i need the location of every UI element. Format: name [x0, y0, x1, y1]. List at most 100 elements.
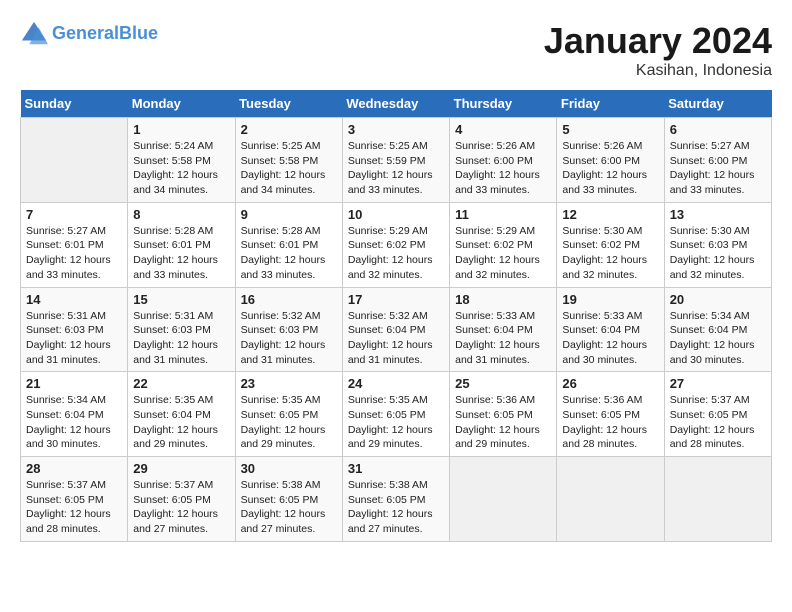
day-content: Sunrise: 5:35 AM Sunset: 6:05 PM Dayligh… [348, 393, 444, 452]
day-content: Sunrise: 5:28 AM Sunset: 6:01 PM Dayligh… [241, 224, 337, 283]
day-number: 13 [670, 207, 766, 222]
day-header-saturday: Saturday [664, 90, 771, 118]
month-title: January 2024 [544, 20, 772, 62]
calendar-table: SundayMondayTuesdayWednesdayThursdayFrid… [20, 90, 772, 542]
day-number: 1 [133, 122, 229, 137]
day-content: Sunrise: 5:24 AM Sunset: 5:58 PM Dayligh… [133, 139, 229, 198]
day-number: 10 [348, 207, 444, 222]
day-number: 17 [348, 292, 444, 307]
calendar-cell: 12 Sunrise: 5:30 AM Sunset: 6:02 PM Dayli… [557, 202, 664, 287]
day-content: Sunrise: 5:38 AM Sunset: 6:05 PM Dayligh… [241, 478, 337, 537]
day-content: Sunrise: 5:25 AM Sunset: 5:59 PM Dayligh… [348, 139, 444, 198]
calendar-cell: 21 Sunrise: 5:34 AM Sunset: 6:04 PM Dayli… [21, 372, 128, 457]
calendar-cell: 18 Sunrise: 5:33 AM Sunset: 6:04 PM Dayli… [450, 287, 557, 372]
day-content: Sunrise: 5:30 AM Sunset: 6:03 PM Dayligh… [670, 224, 766, 283]
day-content: Sunrise: 5:31 AM Sunset: 6:03 PM Dayligh… [133, 309, 229, 368]
calendar-cell [557, 457, 664, 542]
day-content: Sunrise: 5:27 AM Sunset: 6:00 PM Dayligh… [670, 139, 766, 198]
header-row: SundayMondayTuesdayWednesdayThursdayFrid… [21, 90, 772, 118]
day-content: Sunrise: 5:30 AM Sunset: 6:02 PM Dayligh… [562, 224, 658, 283]
logo-icon [20, 20, 48, 48]
day-content: Sunrise: 5:32 AM Sunset: 6:04 PM Dayligh… [348, 309, 444, 368]
day-header-thursday: Thursday [450, 90, 557, 118]
calendar-cell [450, 457, 557, 542]
calendar-cell [664, 457, 771, 542]
week-row-4: 21 Sunrise: 5:34 AM Sunset: 6:04 PM Dayli… [21, 372, 772, 457]
calendar-cell: 8 Sunrise: 5:28 AM Sunset: 6:01 PM Daylig… [128, 202, 235, 287]
day-content: Sunrise: 5:28 AM Sunset: 6:01 PM Dayligh… [133, 224, 229, 283]
day-content: Sunrise: 5:26 AM Sunset: 6:00 PM Dayligh… [455, 139, 551, 198]
calendar-cell: 6Sunrise: 5:27 AM Sunset: 6:00 PM Daylig… [664, 118, 771, 203]
title-block: January 2024 Kasihan, Indonesia [544, 20, 772, 80]
day-number: 4 [455, 122, 551, 137]
day-number: 8 [133, 207, 229, 222]
day-number: 25 [455, 376, 551, 391]
page-header: GeneralBlue January 2024 Kasihan, Indone… [20, 20, 772, 80]
day-number: 11 [455, 207, 551, 222]
calendar-cell: 1 Sunrise: 5:24 AM Sunset: 5:58 PM Daylig… [128, 118, 235, 203]
day-number: 15 [133, 292, 229, 307]
calendar-cell: 31 Sunrise: 5:38 AM Sunset: 6:05 PM Dayli… [342, 457, 449, 542]
calendar-cell [21, 118, 128, 203]
day-number: 3 [348, 122, 444, 137]
calendar-cell: 2 Sunrise: 5:25 AM Sunset: 5:58 PM Daylig… [235, 118, 342, 203]
calendar-cell: 15 Sunrise: 5:31 AM Sunset: 6:03 PM Dayli… [128, 287, 235, 372]
day-number: 26 [562, 376, 658, 391]
day-number: 19 [562, 292, 658, 307]
calendar-cell: 28 Sunrise: 5:37 AM Sunset: 6:05 PM Dayli… [21, 457, 128, 542]
week-row-5: 28 Sunrise: 5:37 AM Sunset: 6:05 PM Dayli… [21, 457, 772, 542]
day-number: 12 [562, 207, 658, 222]
day-header-wednesday: Wednesday [342, 90, 449, 118]
day-number: 29 [133, 461, 229, 476]
calendar-cell: 19 Sunrise: 5:33 AM Sunset: 6:04 PM Dayli… [557, 287, 664, 372]
day-content: Sunrise: 5:25 AM Sunset: 5:58 PM Dayligh… [241, 139, 337, 198]
calendar-cell: 29 Sunrise: 5:37 AM Sunset: 6:05 PM Dayli… [128, 457, 235, 542]
calendar-cell: 11Sunrise: 5:29 AM Sunset: 6:02 PM Dayli… [450, 202, 557, 287]
calendar-cell: 4 Sunrise: 5:26 AM Sunset: 6:00 PM Daylig… [450, 118, 557, 203]
day-number: 31 [348, 461, 444, 476]
day-number: 21 [26, 376, 122, 391]
day-number: 24 [348, 376, 444, 391]
day-number: 20 [670, 292, 766, 307]
day-number: 22 [133, 376, 229, 391]
day-number: 30 [241, 461, 337, 476]
day-content: Sunrise: 5:37 AM Sunset: 6:05 PM Dayligh… [133, 478, 229, 537]
day-content: Sunrise: 5:26 AM Sunset: 6:00 PM Dayligh… [562, 139, 658, 198]
day-content: Sunrise: 5:37 AM Sunset: 6:05 PM Dayligh… [26, 478, 122, 537]
logo: GeneralBlue [20, 20, 158, 48]
day-content: Sunrise: 5:38 AM Sunset: 6:05 PM Dayligh… [348, 478, 444, 537]
day-content: Sunrise: 5:34 AM Sunset: 6:04 PM Dayligh… [26, 393, 122, 452]
day-content: Sunrise: 5:35 AM Sunset: 6:05 PM Dayligh… [241, 393, 337, 452]
day-content: Sunrise: 5:33 AM Sunset: 6:04 PM Dayligh… [562, 309, 658, 368]
day-number: 7 [26, 207, 122, 222]
day-content: Sunrise: 5:27 AM Sunset: 6:01 PM Dayligh… [26, 224, 122, 283]
day-number: 16 [241, 292, 337, 307]
day-header-tuesday: Tuesday [235, 90, 342, 118]
calendar-cell: 22 Sunrise: 5:35 AM Sunset: 6:04 PM Dayli… [128, 372, 235, 457]
day-content: Sunrise: 5:37 AM Sunset: 6:05 PM Dayligh… [670, 393, 766, 452]
calendar-cell: 14Sunrise: 5:31 AM Sunset: 6:03 PM Dayli… [21, 287, 128, 372]
day-content: Sunrise: 5:36 AM Sunset: 6:05 PM Dayligh… [455, 393, 551, 452]
calendar-cell: 24 Sunrise: 5:35 AM Sunset: 6:05 PM Dayli… [342, 372, 449, 457]
day-number: 14 [26, 292, 122, 307]
day-content: Sunrise: 5:35 AM Sunset: 6:04 PM Dayligh… [133, 393, 229, 452]
day-number: 2 [241, 122, 337, 137]
calendar-cell: 30 Sunrise: 5:38 AM Sunset: 6:05 PM Dayli… [235, 457, 342, 542]
calendar-cell: 13 Sunrise: 5:30 AM Sunset: 6:03 PM Dayli… [664, 202, 771, 287]
calendar-cell: 5Sunrise: 5:26 AM Sunset: 6:00 PM Daylig… [557, 118, 664, 203]
calendar-cell: 23Sunrise: 5:35 AM Sunset: 6:05 PM Dayli… [235, 372, 342, 457]
day-content: Sunrise: 5:36 AM Sunset: 6:05 PM Dayligh… [562, 393, 658, 452]
day-content: Sunrise: 5:34 AM Sunset: 6:04 PM Dayligh… [670, 309, 766, 368]
calendar-cell: 7 Sunrise: 5:27 AM Sunset: 6:01 PM Daylig… [21, 202, 128, 287]
day-number: 18 [455, 292, 551, 307]
calendar-cell: 9Sunrise: 5:28 AM Sunset: 6:01 PM Daylig… [235, 202, 342, 287]
location: Kasihan, Indonesia [544, 62, 772, 80]
day-content: Sunrise: 5:33 AM Sunset: 6:04 PM Dayligh… [455, 309, 551, 368]
day-content: Sunrise: 5:32 AM Sunset: 6:03 PM Dayligh… [241, 309, 337, 368]
calendar-cell: 27Sunrise: 5:37 AM Sunset: 6:05 PM Dayli… [664, 372, 771, 457]
day-number: 28 [26, 461, 122, 476]
calendar-cell: 26 Sunrise: 5:36 AM Sunset: 6:05 PM Dayli… [557, 372, 664, 457]
calendar-cell: 25 Sunrise: 5:36 AM Sunset: 6:05 PM Dayli… [450, 372, 557, 457]
day-header-sunday: Sunday [21, 90, 128, 118]
week-row-1: 1 Sunrise: 5:24 AM Sunset: 5:58 PM Daylig… [21, 118, 772, 203]
